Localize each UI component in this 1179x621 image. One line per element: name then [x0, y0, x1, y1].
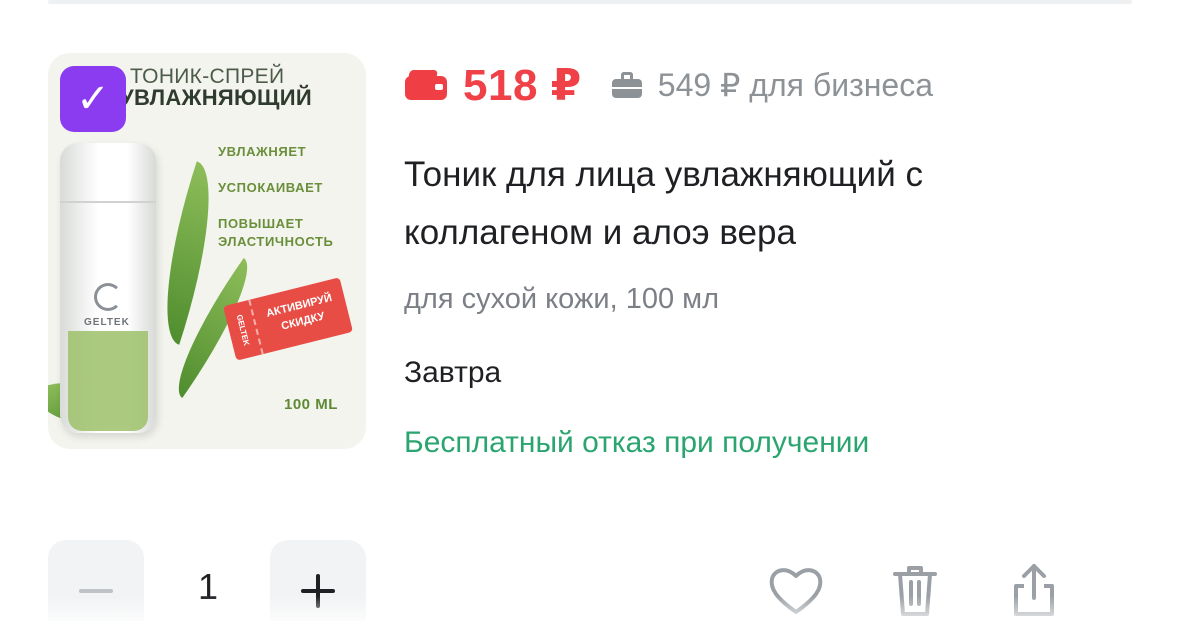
increase-quantity-button[interactable] [270, 540, 366, 621]
brand-logo-icon [94, 283, 122, 311]
image-heading-line2: УВЛАЖНЯЮЩИЙ [120, 85, 312, 110]
bottle-label [68, 331, 148, 431]
decrease-quantity-button[interactable] [48, 540, 144, 621]
checkmark-icon: ✓ [76, 77, 110, 121]
heart-icon [769, 568, 823, 614]
wallet-icon [405, 70, 447, 100]
quantity-value: 1 [197, 566, 219, 607]
image-feature: ПОВЫШАЕТ [218, 216, 304, 231]
business-price: 549 ₽ для бизнеса [657, 67, 933, 103]
favorite-button[interactable] [766, 560, 826, 620]
bottle-brand: GELTEK [84, 317, 130, 328]
image-feature: ЭЛАСТИЧНОСТЬ [218, 234, 334, 249]
delivery-date: Завтра [404, 356, 502, 389]
product-title[interactable]: Тоник для лица увлажняющий с коллагеном … [404, 146, 1084, 262]
free-refusal-note: Бесплатный отказ при получении [404, 426, 870, 459]
ticket-text: АКТИВИРУЙ СКИДКУ [265, 291, 334, 333]
select-checkbox[interactable]: ✓ [60, 66, 126, 132]
price: 518 ₽ [463, 60, 582, 110]
image-feature: УСПОКАИВАЕТ [218, 180, 323, 195]
image-feature: УВЛАЖНЯЕТ [218, 144, 307, 159]
product-variant: для сухой кожи, 100 мл [404, 283, 719, 315]
delete-button[interactable] [885, 560, 945, 620]
share-icon [1014, 564, 1054, 616]
briefcase-icon [611, 72, 642, 98]
trash-icon [893, 566, 937, 616]
image-volume: 100 ML [284, 396, 338, 413]
share-button[interactable] [1004, 560, 1064, 620]
minus-icon [79, 589, 113, 593]
cart-item-screen: ТОНИК-СПРЕЙ УВЛАЖНЯЮЩИЙ GELTEK УВЛАЖНЯЕТ… [0, 0, 1179, 621]
product-bottle: GELTEK [60, 143, 156, 433]
divider [48, 0, 1132, 4]
price-row: 518 ₽ 549 ₽ для бизнеса [405, 60, 933, 110]
